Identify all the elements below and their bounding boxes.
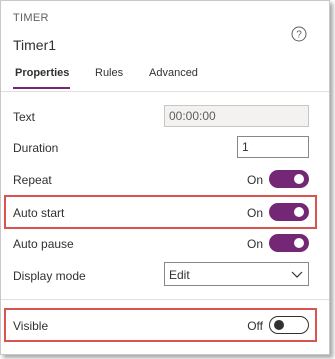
tab-bar: Properties Rules Advanced [1,67,331,91]
display-mode-dropdown[interactable]: Edit [164,262,309,286]
properties-panel: TIMER Timer1 ? Properties Rules Advanced… [0,0,330,355]
divider [1,299,329,300]
toggle-knob [294,174,304,184]
svg-text:?: ? [296,30,302,41]
tab-rules[interactable]: Rules [95,67,123,79]
chevron-down-icon [291,271,303,278]
auto-pause-toggle[interactable] [269,234,309,252]
text-field[interactable]: 00:00:00 [164,105,309,127]
tab-advanced[interactable]: Advanced [149,67,198,79]
text-label: Text [13,110,36,124]
auto-pause-state: On [246,237,263,251]
auto-start-highlight [4,195,317,229]
active-tab-indicator [13,87,70,89]
display-mode-label: Display mode [13,269,86,283]
visible-highlight [4,308,317,342]
section-label: TIMER [13,12,49,24]
repeat-label: Repeat [13,173,52,187]
repeat-state: On [246,173,263,187]
divider [1,91,329,92]
help-icon[interactable]: ? [291,26,307,42]
tab-properties[interactable]: Properties [15,67,69,79]
display-mode-value: Edit [169,268,190,282]
repeat-toggle[interactable] [269,170,309,188]
duration-field[interactable]: 1 [237,136,309,158]
toggle-knob [294,238,304,248]
auto-pause-label: Auto pause [13,237,74,251]
duration-label: Duration [13,141,59,155]
control-name: Timer1 [13,37,57,53]
